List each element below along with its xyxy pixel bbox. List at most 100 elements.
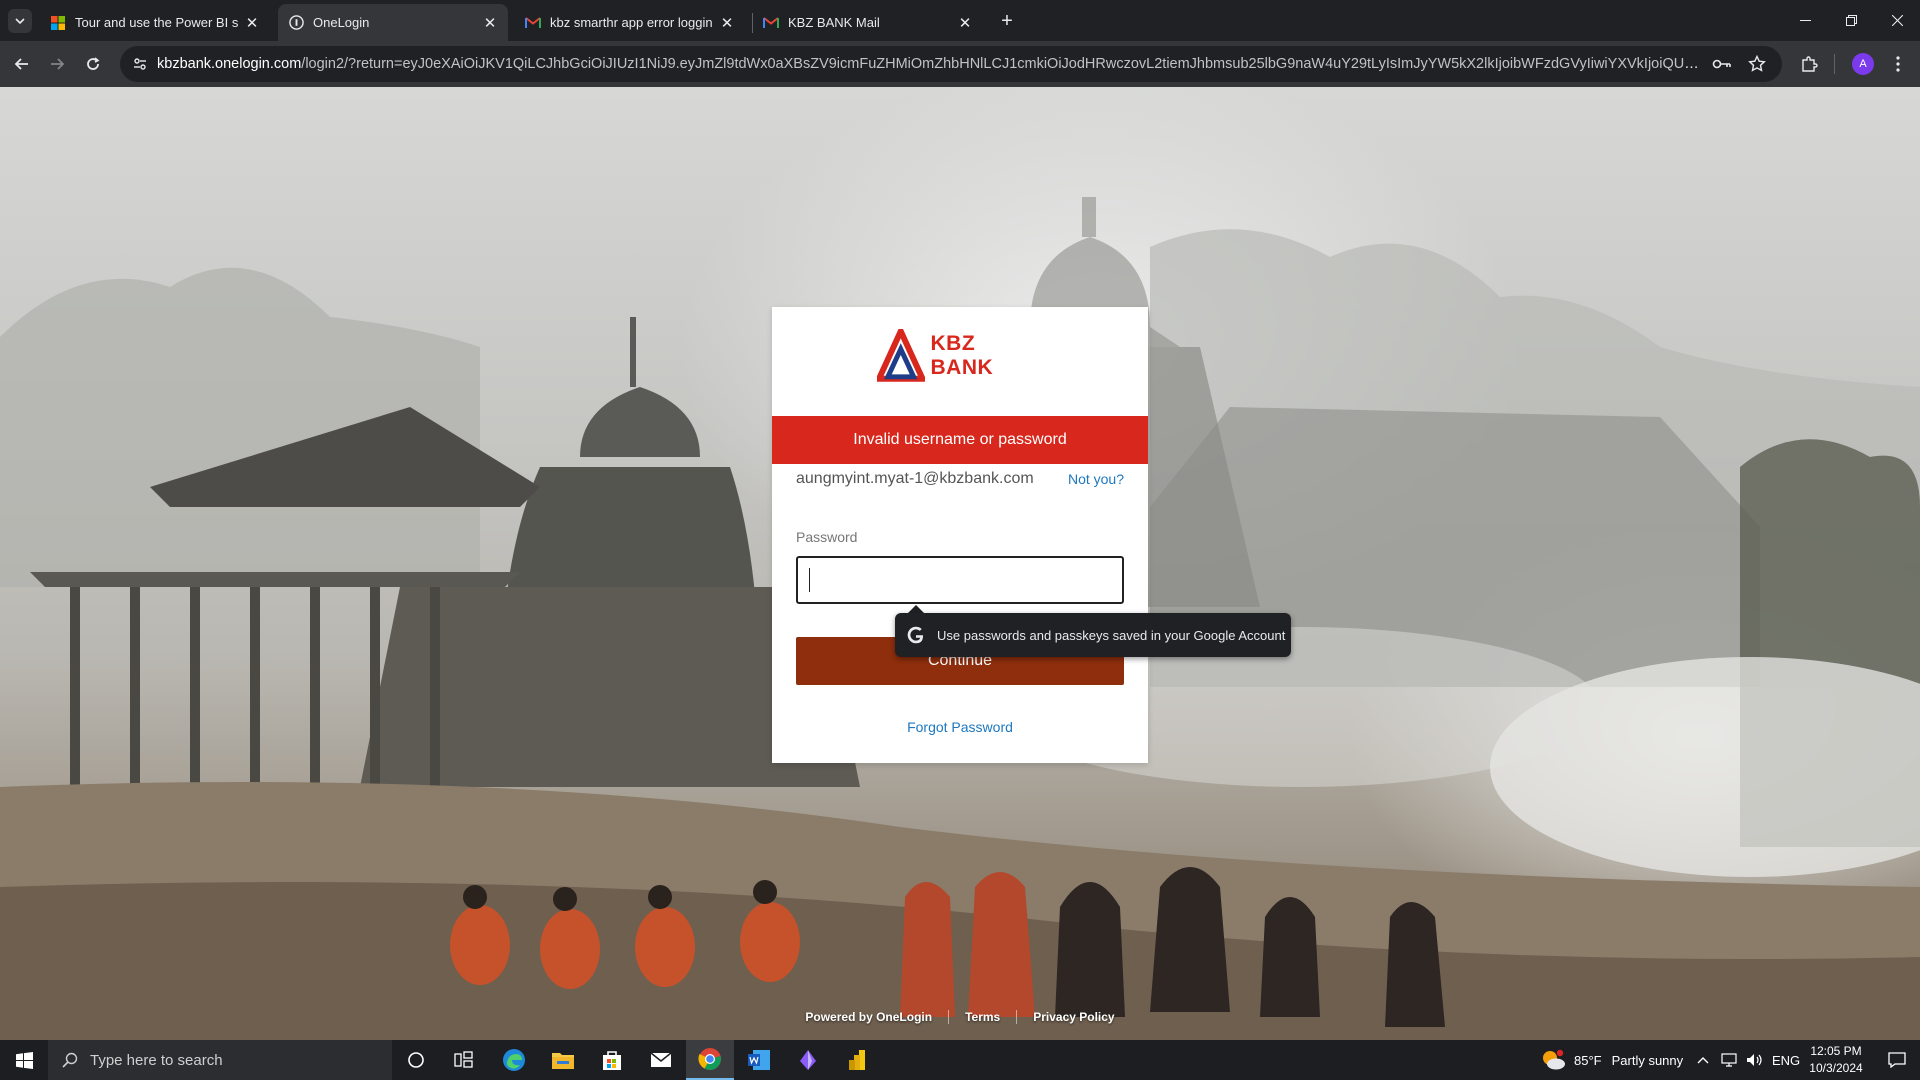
- language-indicator[interactable]: ENG: [1772, 1040, 1800, 1080]
- power-bi-icon: [849, 1050, 865, 1070]
- close-icon[interactable]: ✕: [244, 15, 260, 32]
- cortana-circle-icon: [408, 1052, 424, 1068]
- kebab-menu-icon: [1896, 56, 1900, 72]
- clock-date: 10/3/2024: [1809, 1061, 1863, 1075]
- text-caret: [809, 568, 810, 592]
- partly-sunny-icon: [1543, 1049, 1565, 1070]
- browser-toolbar: kbzbank.onelogin.com/login2/?return=eyJ0…: [0, 41, 1920, 87]
- powered-by-link[interactable]: Powered by OneLogin: [789, 1010, 948, 1024]
- password-key-icon[interactable]: [1712, 56, 1732, 77]
- close-window-button[interactable]: [1874, 0, 1920, 41]
- taskbar-mail[interactable]: [637, 1040, 685, 1080]
- taskbar-app-purple[interactable]: [784, 1040, 832, 1080]
- action-center-button[interactable]: [1874, 1040, 1920, 1080]
- password-popup-text: Use passwords and passkeys saved in your…: [937, 627, 1286, 643]
- password-manager-popup[interactable]: Use passwords and passkeys saved in your…: [895, 613, 1291, 657]
- word-icon: [748, 1050, 770, 1070]
- bookmark-star-icon[interactable]: [1748, 54, 1766, 78]
- minimize-button[interactable]: [1782, 0, 1828, 41]
- site-info-icon[interactable]: [132, 56, 148, 77]
- tab-title: KBZ BANK Mail: [788, 15, 880, 30]
- edge-icon: [503, 1049, 525, 1071]
- username-display: aungmyint.myat-1@kbzbank.com: [796, 470, 1034, 487]
- toolbar-divider: [1834, 54, 1835, 74]
- restore-icon: [1845, 15, 1857, 26]
- weather-widget[interactable]: 85°F Partly sunny: [1540, 1040, 1683, 1080]
- tab-kbz-bank-mail[interactable]: KBZ BANK Mail ✕: [753, 4, 983, 41]
- cortana-button[interactable]: [392, 1040, 440, 1080]
- url-host: kbzbank.onelogin.com: [157, 56, 302, 72]
- password-label: Password: [796, 529, 858, 545]
- tab-title: OneLogin: [313, 15, 370, 30]
- search-placeholder: Type here to search: [90, 1051, 223, 1069]
- login-card: KBZ BANK Invalid username or password au…: [772, 307, 1148, 763]
- forgot-password-label: Forgot Password: [907, 719, 1013, 735]
- kbz-bank-logo: KBZ BANK: [877, 329, 1043, 382]
- taskbar-power-bi[interactable]: [833, 1040, 881, 1080]
- new-tab-button[interactable]: +: [994, 8, 1020, 34]
- windows-taskbar: Type here to search 85°F Partly sunny EN…: [0, 1040, 1920, 1080]
- close-icon[interactable]: ✕: [719, 15, 735, 32]
- taskbar-search[interactable]: Type here to search: [48, 1040, 392, 1080]
- network-tray[interactable]: [1721, 1040, 1739, 1080]
- forward-arrow-icon: [51, 58, 65, 70]
- terms-link[interactable]: Terms: [949, 1010, 1016, 1024]
- page-footer: Powered by OneLogin Terms Privacy Policy: [0, 994, 1920, 1040]
- tab-title: Tour and use the Power BI servi: [75, 15, 238, 30]
- profile-avatar[interactable]: A: [1852, 53, 1874, 75]
- taskbar-file-explorer[interactable]: [539, 1040, 587, 1080]
- forward-button[interactable]: [43, 50, 71, 78]
- kbz-triangle-logo-icon: [877, 329, 925, 382]
- weather-text: Partly sunny: [1611, 1052, 1684, 1068]
- back-button[interactable]: [8, 50, 36, 78]
- start-button[interactable]: [0, 1040, 48, 1080]
- taskbar-word[interactable]: [735, 1040, 783, 1080]
- network-icon: [1721, 1053, 1737, 1067]
- close-icon[interactable]: ✕: [482, 15, 498, 32]
- reload-icon: [87, 57, 100, 70]
- task-view-button[interactable]: [440, 1040, 488, 1080]
- folder-icon: [552, 1053, 574, 1069]
- task-view-icon: [454, 1051, 473, 1068]
- taskbar-edge[interactable]: [490, 1040, 538, 1080]
- windows-logo-icon: [15, 1051, 33, 1069]
- tab-power-bi[interactable]: Tour and use the Power BI servi ✕: [40, 4, 270, 41]
- minimize-icon: [1799, 20, 1811, 21]
- url-path: /login2/?return=eyJ0eXAiOiJKV1QiLCJhbGci…: [301, 56, 1702, 72]
- show-hidden-icons-button[interactable]: [1697, 1040, 1709, 1080]
- tab-search-button[interactable]: [8, 9, 32, 33]
- volume-tray[interactable]: [1746, 1040, 1764, 1080]
- search-icon: [62, 1052, 78, 1068]
- close-icon[interactable]: ✕: [957, 15, 973, 32]
- taskbar-chrome[interactable]: [686, 1040, 734, 1080]
- chevron-up-icon: [1697, 1057, 1709, 1064]
- notification-icon: [1888, 1052, 1906, 1068]
- browser-menu-button[interactable]: [1884, 50, 1912, 78]
- not-you-link[interactable]: Not you?: [1068, 471, 1124, 487]
- taskbar-store[interactable]: [588, 1040, 636, 1080]
- chrome-icon: [698, 1048, 721, 1070]
- brand-name: KBZ BANK: [930, 332, 994, 379]
- password-input[interactable]: [796, 556, 1124, 604]
- tab-title: kbz smarthr app error logging i: [550, 15, 713, 30]
- error-banner: Invalid username or password: [772, 416, 1148, 464]
- tab-onelogin[interactable]: OneLogin ✕: [278, 4, 508, 41]
- gmail-icon: [763, 15, 779, 31]
- tab-gmail-error-logging[interactable]: kbz smarthr app error logging i ✕: [515, 4, 745, 41]
- gmail-icon: [525, 15, 541, 31]
- address-bar[interactable]: kbzbank.onelogin.com/login2/?return=eyJ0…: [120, 46, 1782, 82]
- privacy-policy-link[interactable]: Privacy Policy: [1017, 1010, 1130, 1024]
- browser-tab-strip: Tour and use the Power BI servi ✕ OneLog…: [0, 0, 1920, 41]
- store-bag-icon: [603, 1051, 621, 1070]
- close-icon: [1891, 15, 1903, 26]
- forgot-password-link[interactable]: Forgot Password: [772, 719, 1148, 735]
- speaker-icon: [1747, 1054, 1762, 1066]
- restore-button[interactable]: [1828, 0, 1874, 41]
- back-arrow-icon: [14, 58, 28, 70]
- page-viewport: KBZ BANK Invalid username or password au…: [0, 87, 1920, 1040]
- url-text[interactable]: kbzbank.onelogin.com/login2/?return=eyJ0…: [157, 46, 1702, 82]
- onelogin-icon: [288, 15, 304, 31]
- extensions-button[interactable]: [1795, 50, 1823, 78]
- taskbar-clock[interactable]: 12:05 PM 10/3/2024: [1800, 1043, 1872, 1077]
- reload-button[interactable]: [79, 50, 107, 78]
